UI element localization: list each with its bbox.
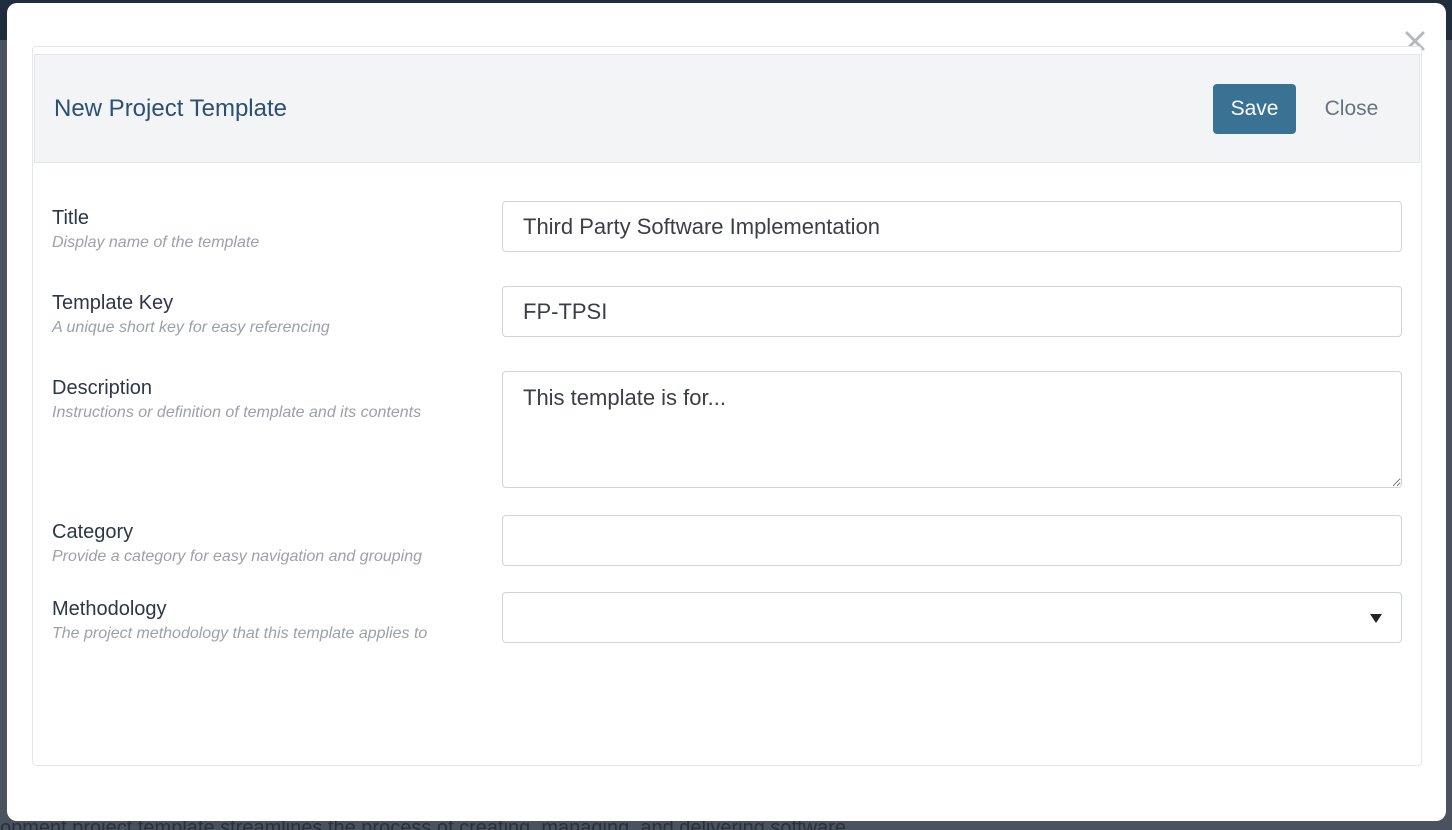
title-hint: Display name of the template xyxy=(52,234,260,251)
description-hint: Instructions or definition of template a… xyxy=(52,404,422,421)
template-key-hint: A unique short key for easy referencing xyxy=(52,319,330,336)
title-input[interactable] xyxy=(502,201,1402,252)
template-key-label: Template Key xyxy=(52,292,174,314)
description-textarea[interactable] xyxy=(502,371,1402,488)
panel-header: New Project Template Save Close xyxy=(34,54,1420,163)
category-hint: Provide a category for easy navigation a… xyxy=(52,548,423,565)
methodology-select[interactable] xyxy=(502,592,1402,643)
new-template-modal: New Project Template Save Close Title Di… xyxy=(7,3,1446,821)
template-key-input[interactable] xyxy=(502,286,1402,337)
methodology-hint: The project methodology that this templa… xyxy=(52,625,428,642)
category-input[interactable] xyxy=(502,515,1402,566)
caret-down-icon xyxy=(1369,611,1383,625)
category-label: Category xyxy=(52,521,134,543)
title-label: Title xyxy=(52,207,90,229)
description-label: Description xyxy=(52,377,153,399)
close-button[interactable]: Close xyxy=(1314,84,1389,134)
methodology-label: Methodology xyxy=(52,598,167,620)
modal-title: New Project Template xyxy=(54,95,287,122)
save-button[interactable]: Save xyxy=(1213,84,1296,134)
